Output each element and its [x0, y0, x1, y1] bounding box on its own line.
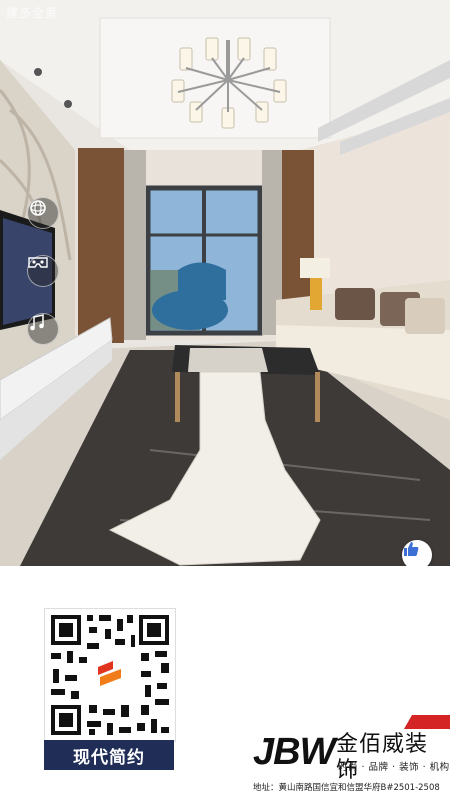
- room-scene: [0, 0, 450, 566]
- panorama-view[interactable]: 建多全景: [0, 0, 450, 566]
- music-button[interactable]: [27, 313, 59, 345]
- brand-accent-stripe: [404, 715, 450, 729]
- gyroscope-button[interactable]: [27, 197, 59, 229]
- like-button[interactable]: [402, 540, 432, 566]
- brand-name: 金佰威装饰: [336, 732, 429, 783]
- music-note-icon: [30, 314, 44, 331]
- qr-code[interactable]: [44, 608, 176, 742]
- qr-code-graphic: [45, 609, 175, 741]
- qr-caption-style: 现代简约: [44, 740, 174, 770]
- brand-slogan: 时尚 · 品牌 · 装饰 · 机构: [338, 762, 450, 773]
- brand-logo-text: JBW: [253, 731, 335, 773]
- jbw-logo-icon: [95, 659, 125, 691]
- brand-address: 地址：黄山南路国信宜和信盟华府B#2501-2508: [253, 783, 440, 793]
- vr-glasses-icon: [28, 257, 48, 268]
- gyroscope-icon: [30, 200, 46, 216]
- vr-mode-button[interactable]: [27, 255, 59, 287]
- panorama-watermark: 建多全景: [6, 6, 59, 20]
- thumbs-up-icon: [404, 542, 419, 556]
- promo-panel: 现代简约 JBW 金佰威装饰 时尚 · 品牌 · 装饰 · 机构 地址：黄山南路…: [0, 566, 450, 801]
